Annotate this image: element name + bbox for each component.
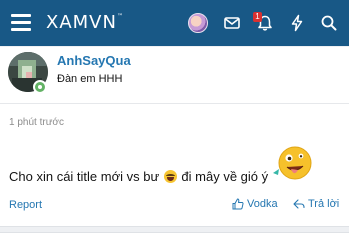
next-post-card <box>0 232 349 250</box>
logo-trademark: ™ <box>116 13 124 20</box>
search-icon[interactable] <box>320 14 338 32</box>
envelope-icon[interactable] <box>223 14 241 32</box>
post-timestamp[interactable]: 1 phút trước <box>9 117 64 128</box>
post-card: AnhSayQua Đàn em HHH 1 phút trước Cho xi… <box>0 47 349 227</box>
post-author-row: AnhSayQua Đàn em HHH <box>0 47 349 104</box>
message-text-end: đi mây về gió ý <box>181 169 269 184</box>
thumbs-up-icon <box>232 198 244 210</box>
like-label: Vodka <box>247 198 278 210</box>
reply-label: Trả lời <box>308 198 340 210</box>
menu-icon[interactable] <box>11 14 31 32</box>
notification-badge: 1 <box>253 12 262 22</box>
author-username[interactable]: AnhSayQua <box>57 53 131 68</box>
message-text-start: Cho xin cái title mới vs bư <box>9 169 160 184</box>
top-navigation-bar: XAMVN™ 1 <box>0 0 349 46</box>
like-button[interactable]: Vodka <box>232 198 278 210</box>
post-actions-bar: Report Vodka Trả lời <box>0 192 349 222</box>
wacky-emoji-icon <box>273 146 312 180</box>
author-title: Đàn em HHH <box>57 73 123 85</box>
logo-text: XAMVN <box>46 12 117 33</box>
post-message: Cho xin cái title mới vs bư đi mây về gi… <box>9 169 268 184</box>
online-status-indicator <box>33 80 47 94</box>
report-link[interactable]: Report <box>9 199 42 211</box>
reply-arrow-icon <box>293 199 305 209</box>
site-logo[interactable]: XAMVN™ <box>46 12 124 33</box>
reply-button[interactable]: Trả lời <box>293 198 339 210</box>
laughing-smilie-icon <box>163 170 177 183</box>
bolt-icon[interactable] <box>288 14 306 32</box>
account-avatar[interactable] <box>188 13 208 33</box>
